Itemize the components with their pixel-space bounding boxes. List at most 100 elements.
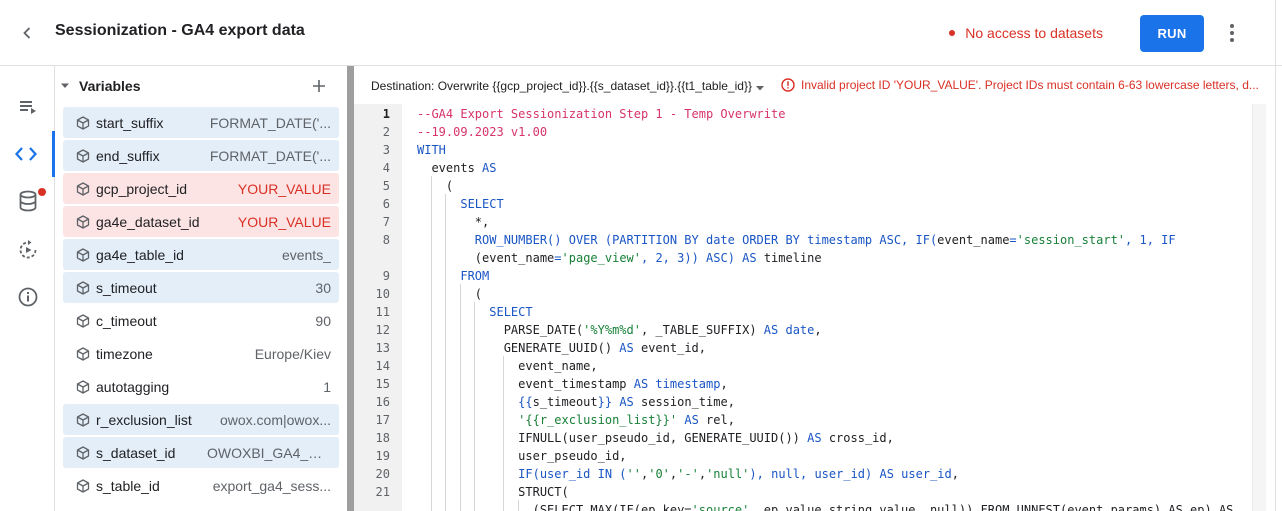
code-line: event_timestamp AS timestamp, [417,375,728,393]
variable-cube-icon [76,478,90,493]
code-line: STRUCT( [417,483,569,501]
line-number: 15 [375,377,390,391]
variable-row[interactable]: r_exclusion_list owox.com|owox... [63,404,339,435]
variable-name: r_exclusion_list [96,411,192,428]
variable-row[interactable]: s_dataset_id OWOXBI_GA4_St... [63,437,339,468]
caret-down-icon[interactable] [755,83,765,93]
code-line: IFNULL(user_pseudo_id, GENERATE_UUID()) … [417,429,894,447]
code-token: PARSE_DATE( [417,323,584,337]
code-token: WITH [417,143,446,157]
code-token: AS [684,413,699,427]
variable-row[interactable]: end_suffix FORMAT_DATE('... [63,140,339,171]
variable-value: YOUR_VALUE [237,213,331,230]
code-token: s_timeout [532,395,598,409]
variable-name: ga4e_dataset_id [96,213,200,230]
info-icon [18,287,37,307]
line-number: 13 [375,341,390,355]
code-token: , [814,323,822,337]
variable-cube-icon [76,445,90,460]
window-edge [1275,0,1276,511]
destination-select[interactable]: Destination: Overwrite {{gcp_project_id}… [371,79,752,93]
code-line: event_name, [417,357,598,375]
variable-row[interactable]: autotagging 1 [63,371,339,402]
line-number: 20 [375,467,390,481]
variable-value: Europe/Kiev [254,345,331,362]
variable-cube-icon [76,181,90,196]
rail-item-info[interactable] [0,274,55,320]
code-token: , 1, IF [1125,233,1176,247]
code-token: GENERATE_UUID() [417,341,620,355]
code-token: event_name, [417,359,598,373]
variable-row[interactable]: s_table_id export_ga4_sess... [63,470,339,501]
variable-value: events_ [281,246,331,263]
code-icon [15,147,37,161]
line-number: 1 [382,107,390,121]
rail-item-code[interactable] [0,131,55,177]
variable-row[interactable]: c_timeout 90 [63,305,339,336]
more-options-button[interactable] [1221,20,1243,46]
kebab-dot-icon [1230,24,1234,28]
code-token: user_pseudo_id, [417,449,627,463]
line-number: 7 [382,215,390,229]
add-variable-button[interactable] [310,77,328,95]
variable-name: end_suffix [96,147,160,164]
variable-cube-icon [76,280,90,295]
code-token: AS [619,341,634,355]
editor-vertical-scrollbar[interactable] [1252,104,1266,511]
code-token: 'null' [706,467,750,481]
variable-cube-icon [76,115,90,130]
code-line: events AS [417,159,496,177]
code-token: --GA4 Export Sessionization Step 1 - Tem… [417,107,786,121]
rail-item-history[interactable] [0,227,55,273]
code-token: SELECT [460,197,504,211]
line-number: 18 [375,431,390,445]
variable-row[interactable]: s_timeout 30 [63,272,339,303]
caret-down-icon[interactable] [60,81,70,91]
code-token: event_name [937,233,1010,247]
line-number: 11 [375,305,390,319]
code-token: AS timestamp [633,377,721,391]
rail-item-queue[interactable] [0,84,55,130]
code-token: events [417,161,483,175]
variable-row[interactable]: gcp_project_id YOUR_VALUE [63,173,339,204]
kebab-dot-icon [1230,31,1234,35]
code-token: '%Y%m%d' [583,323,641,337]
variable-row[interactable]: ga4e_table_id events_ [63,239,339,270]
error-icon [781,78,795,92]
variables-title: Variables [79,78,141,94]
rail-item-database[interactable] [0,178,55,224]
code-line: WITH [417,141,446,159]
back-button[interactable] [14,20,40,46]
variable-name: timezone [96,345,153,362]
database-icon [19,190,36,212]
line-number: 16 [375,395,390,409]
variable-value: OWOXBI_GA4_St... [207,444,331,461]
variable-cube-icon [76,214,90,229]
code-editor[interactable]: 1 2 3 4 5 6 7 8 9 10 11 12 13 14 15 16 17 18 19 20 21 --GA4 … [354,104,1282,511]
code-token: , [720,377,728,391]
variable-value: owox.com|owox... [219,411,331,428]
code-token: IF(user_id IN ( [518,467,627,481]
variables-panel: Variables start_suffix FORMAT_DATE('... en… [55,66,347,511]
variable-row[interactable]: timezone Europe/Kiev [63,338,339,369]
access-warning: No access to datasets [949,25,1103,41]
code-token: }} [597,395,613,409]
code-token: , _TABLE_SUFFIX) [640,323,764,337]
code-token: event_id, [633,341,706,355]
code-line: {{s_timeout}} AS session_time, [417,393,735,411]
warning-dot-icon [949,30,956,36]
code-token: event_name [482,251,555,265]
code-token: session_time, [633,395,735,409]
variable-row[interactable]: ga4e_dataset_id YOUR_VALUE [63,206,339,237]
access-warning-text: No access to datasets [965,25,1103,41]
variable-row[interactable]: start_suffix FORMAT_DATE('... [63,107,339,138]
run-button[interactable]: RUN [1140,15,1204,52]
page-title: Sessionization - GA4 export data [55,22,305,39]
variable-name: s_table_id [96,477,160,494]
panel-splitter[interactable] [347,66,354,511]
code-token: AS [807,431,822,445]
